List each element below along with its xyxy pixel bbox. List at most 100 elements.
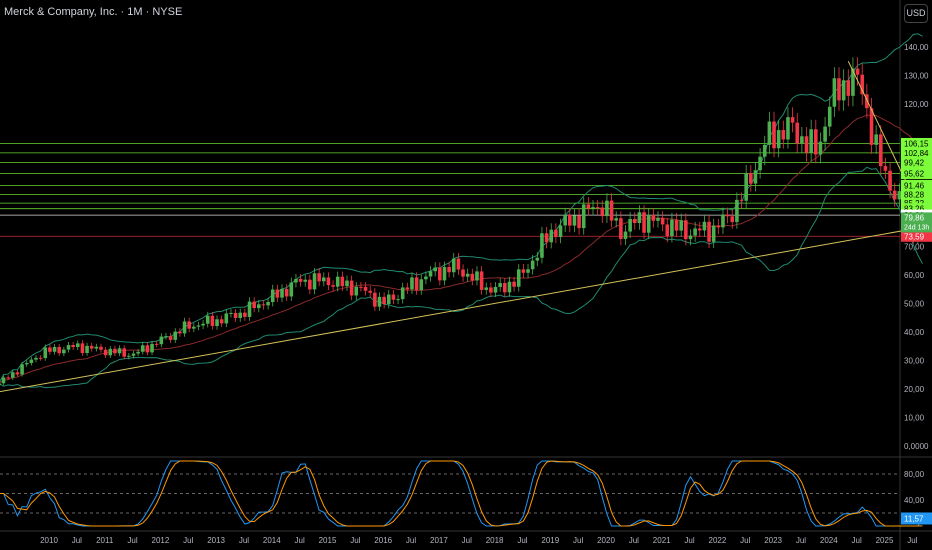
candle-body <box>651 214 656 221</box>
candle-body <box>275 289 280 298</box>
time-tick: 2012 <box>152 536 170 545</box>
candle-body <box>182 321 187 334</box>
candle-body <box>878 134 883 167</box>
candle-body <box>94 346 99 349</box>
candle-body <box>368 290 373 293</box>
price-tick: 60,00 <box>904 271 925 280</box>
candle-body <box>516 269 521 287</box>
candle-body <box>897 191 902 200</box>
candle-body <box>795 122 800 144</box>
candle-body <box>85 345 89 353</box>
candle-body <box>767 121 772 145</box>
candle-body <box>855 68 860 75</box>
candle-body <box>814 129 818 155</box>
candle-body <box>790 117 795 123</box>
candle-body <box>321 277 326 282</box>
price-chart[interactable]: 140,00130,00120,0070,0060,0050,0040,0030… <box>0 0 932 550</box>
time-tick: Jul <box>406 536 416 545</box>
stoch-tick: 80,00 <box>904 470 925 479</box>
time-tick: 2014 <box>263 536 281 545</box>
candle-body <box>6 377 10 379</box>
candle-body <box>637 212 642 224</box>
candle-body <box>178 331 182 334</box>
time-tick: Jul <box>740 536 750 545</box>
candle-body <box>475 271 479 281</box>
candle-body <box>192 326 196 329</box>
candle-body <box>150 343 154 353</box>
candle-body <box>567 214 572 226</box>
candle-body <box>809 129 813 153</box>
time-tick: 2024 <box>820 536 838 545</box>
candle-body <box>270 289 275 303</box>
candle-body <box>108 348 113 356</box>
candle-body <box>823 126 827 142</box>
candle-body <box>447 267 451 273</box>
candle-body <box>131 353 136 356</box>
candle-body <box>173 331 178 340</box>
candle-body <box>382 296 386 305</box>
candle-body <box>702 221 707 231</box>
candle-body <box>605 200 609 217</box>
time-tick: 2011 <box>96 536 114 545</box>
time-tick: 2018 <box>486 536 504 545</box>
price-tick: 0,0000 <box>904 442 929 451</box>
candle-body <box>628 218 632 232</box>
candle-body <box>205 315 210 324</box>
candle-body <box>827 106 832 127</box>
candle-body <box>154 343 159 345</box>
candle-body <box>786 117 790 140</box>
candle-body <box>730 216 735 223</box>
candle-body <box>623 231 628 239</box>
time-tick: Jul <box>796 536 806 545</box>
currency-button[interactable]: USD <box>904 4 928 23</box>
candle-body <box>451 258 456 273</box>
candle-body <box>535 257 540 261</box>
candle-body <box>800 136 804 144</box>
time-tick: Jul <box>127 536 137 545</box>
level-label: 102,84 <box>904 149 929 158</box>
time-tick: Jul <box>239 536 249 545</box>
candle-body <box>136 351 140 354</box>
candle-body <box>609 200 614 221</box>
candle-body <box>758 156 762 171</box>
candle-body <box>874 134 878 145</box>
candle-body <box>707 221 711 242</box>
candle-body <box>373 292 377 307</box>
chart-title: Merck & Company, Inc. · 1M · NYSE <box>4 6 183 18</box>
candle-body <box>261 304 266 306</box>
candle-body <box>66 345 71 350</box>
candle-body <box>243 312 247 317</box>
candle-body <box>201 323 205 326</box>
level-label: 95,62 <box>904 169 925 178</box>
candle-body <box>456 258 461 270</box>
candle-body <box>498 283 502 287</box>
time-tick: 2015 <box>319 536 337 545</box>
candle-body <box>591 207 595 209</box>
time-tick: 2022 <box>709 536 727 545</box>
candle-body <box>233 312 238 318</box>
candle-body <box>684 220 688 240</box>
candle-body <box>484 287 489 290</box>
candle-body <box>238 312 243 318</box>
candle-body <box>744 173 748 201</box>
candle-body <box>326 277 331 286</box>
candle-body <box>465 273 470 277</box>
candle-body <box>117 348 122 354</box>
candle-body <box>841 80 846 101</box>
candle-body <box>1 377 6 384</box>
candle-body <box>349 280 354 296</box>
stoch-tick: 40,00 <box>904 496 925 505</box>
candle-body <box>688 235 693 240</box>
candle-body <box>229 312 233 314</box>
candle-body <box>89 345 94 349</box>
time-tick: Jul <box>629 536 639 545</box>
candle-body <box>869 108 874 145</box>
time-tick: 2023 <box>764 536 782 545</box>
candle-body <box>80 343 85 353</box>
candle-body <box>0 383 1 386</box>
candle-body <box>71 345 75 348</box>
candle-body <box>317 273 321 282</box>
candle-body <box>646 214 651 233</box>
time-tick: 2019 <box>541 536 559 545</box>
candle-body <box>400 287 405 300</box>
